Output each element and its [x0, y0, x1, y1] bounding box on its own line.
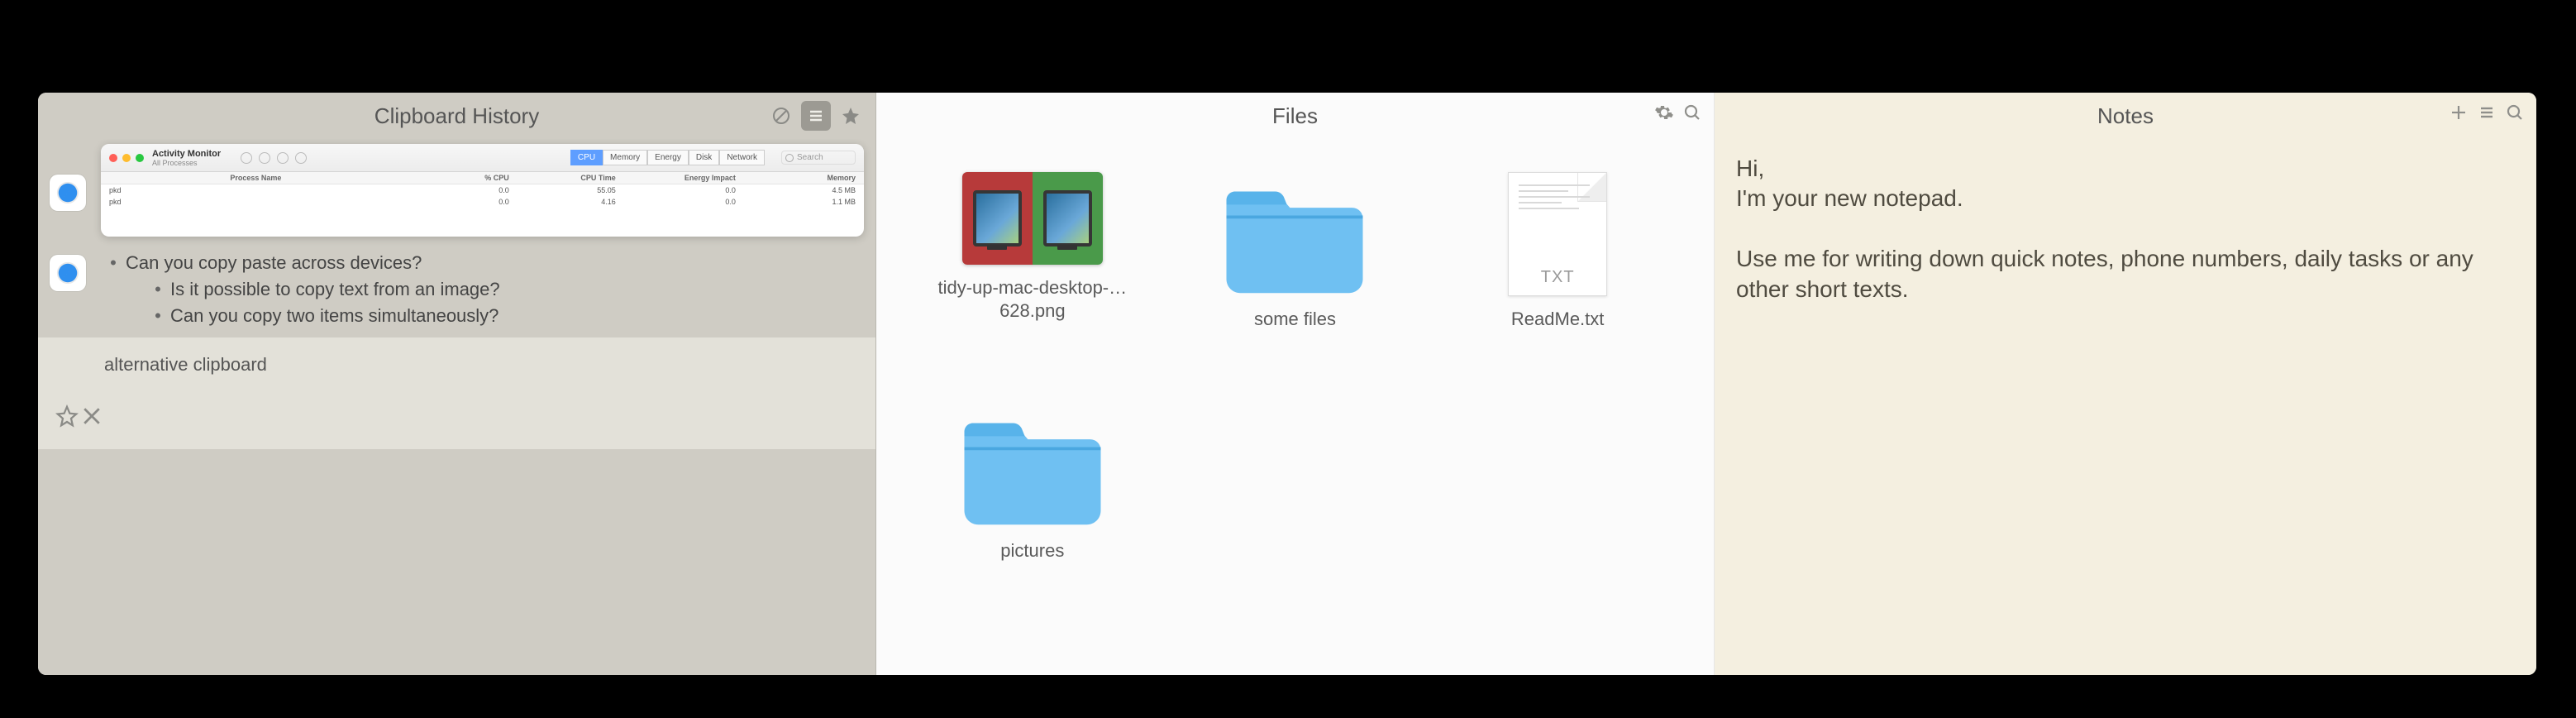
- image-thumbnail: [962, 172, 1103, 265]
- am-subtitle: All Processes: [152, 159, 221, 167]
- am-col-cputime: CPU Time: [509, 174, 616, 182]
- window-traffic-lights: [109, 154, 144, 162]
- favorites-filter-button[interactable]: [836, 101, 866, 131]
- activity-monitor-preview: Activity Monitor All Processes CPU Memor…: [101, 144, 864, 237]
- folder-icon: [954, 404, 1111, 528]
- safari-icon: [50, 255, 86, 291]
- notes-body[interactable]: Hi, I'm your new notepad. Use me for wri…: [1715, 139, 2536, 675]
- clear-history-button[interactable]: [766, 101, 796, 131]
- am-tab-energy: Energy: [647, 150, 689, 165]
- am-search: Search: [781, 151, 856, 165]
- clipboard-header-icons: [766, 101, 866, 131]
- files-title: Files: [1272, 103, 1318, 129]
- am-tab-cpu: CPU: [570, 150, 603, 165]
- am-col-memory: Memory: [736, 174, 856, 182]
- safari-icon: [50, 175, 86, 211]
- search-button[interactable]: [1682, 103, 1702, 128]
- clipboard-item-selected[interactable]: alternative clipboard: [38, 337, 875, 449]
- notes-search-button[interactable]: [2505, 103, 2525, 128]
- file-label: tidy-up-mac-desktop-…628.png: [925, 276, 1140, 322]
- am-col-process: Process Name: [109, 174, 403, 182]
- am-tab-memory: Memory: [603, 150, 647, 165]
- am-tabs: CPU Memory Energy Disk Network: [570, 150, 765, 165]
- am-col-energy: Energy Impact: [616, 174, 736, 182]
- notes-list-button[interactable]: [2477, 103, 2497, 128]
- txt-file-icon: TXT: [1508, 172, 1607, 296]
- file-label: pictures: [1000, 539, 1064, 562]
- new-note-button[interactable]: [2449, 103, 2469, 128]
- clip-line: Can you copy paste across devices?: [126, 252, 422, 273]
- am-row: pkd 0.0 55.05 0.0 4.5 MB: [101, 184, 864, 196]
- file-item-txt[interactable]: TXT ReadMe.txt: [1450, 172, 1665, 331]
- delete-button[interactable]: [79, 404, 104, 433]
- clipboard-item-screenshot[interactable]: Activity Monitor All Processes CPU Memor…: [38, 139, 875, 242]
- favorite-toggle[interactable]: [55, 404, 79, 433]
- am-search-placeholder: Search: [797, 153, 823, 162]
- file-item-image[interactable]: tidy-up-mac-desktop-…628.png: [925, 172, 1140, 322]
- am-row: pkd 0.0 4.16 0.0 1.1 MB: [101, 196, 864, 208]
- notes-title: Notes: [2097, 103, 2154, 129]
- files-header: Files: [876, 93, 1714, 139]
- file-label: ReadMe.txt: [1511, 308, 1605, 331]
- am-col-cpu: % CPU: [403, 174, 509, 182]
- screenshot-thumbnail: Activity Monitor All Processes CPU Memor…: [101, 144, 864, 237]
- app-stage: Clipboard History: [38, 93, 2536, 675]
- file-label: some files: [1254, 308, 1336, 331]
- clip-line: Can you copy two items simultaneously?: [170, 305, 499, 326]
- notes-header: Notes: [1715, 93, 2536, 139]
- files-panel: Files tidy-up-mac-desktop-…628.png: [876, 93, 1715, 675]
- clipboard-title: Clipboard History: [374, 103, 539, 129]
- clipboard-list: Activity Monitor All Processes CPU Memor…: [38, 139, 875, 675]
- file-extension: TXT: [1509, 268, 1606, 287]
- am-title: Activity Monitor: [152, 149, 221, 159]
- clipboard-selected-text: alternative clipboard: [46, 349, 267, 389]
- settings-button[interactable]: [1654, 103, 1674, 128]
- clipboard-panel: Clipboard History: [38, 93, 876, 675]
- clipboard-header: Clipboard History: [38, 93, 875, 139]
- am-tab-network: Network: [719, 150, 765, 165]
- folder-icon: [1216, 172, 1373, 296]
- file-item-folder[interactable]: some files: [1187, 172, 1402, 331]
- clip-line: Is it possible to copy text from an imag…: [170, 279, 500, 299]
- clipboard-text-preview: Can you copy paste across devices? Is it…: [101, 250, 500, 329]
- file-item-folder[interactable]: pictures: [925, 404, 1140, 562]
- files-grid: tidy-up-mac-desktop-…628.png some files …: [876, 139, 1714, 675]
- clipboard-item-text[interactable]: Can you copy paste across devices? Is it…: [38, 242, 875, 337]
- am-tab-disk: Disk: [689, 150, 719, 165]
- list-view-button[interactable]: [801, 101, 831, 131]
- notes-panel: Notes Hi, I'm your new notepad. Use me f…: [1715, 93, 2536, 675]
